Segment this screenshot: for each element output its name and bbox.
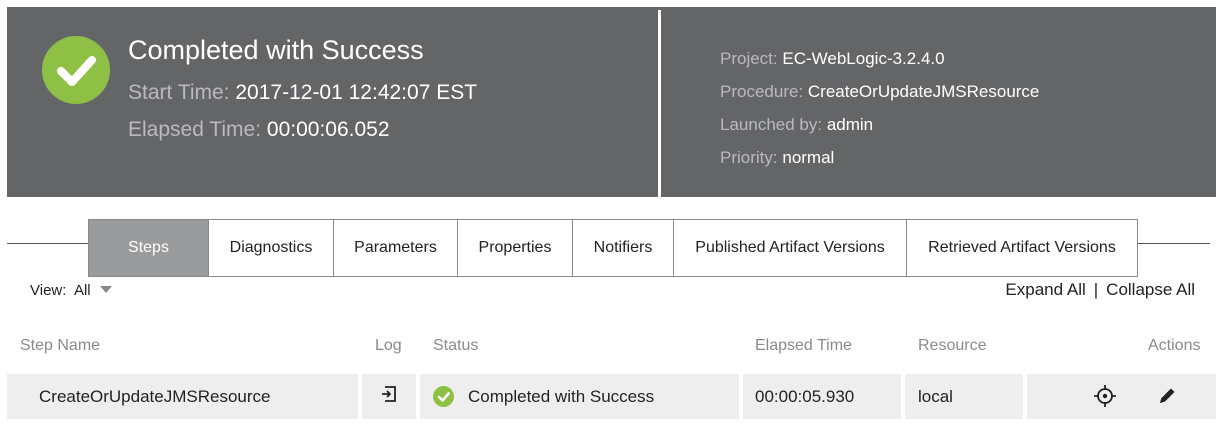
actions-cell (1027, 374, 1216, 419)
start-time-value: 2017-12-01 12:42:07 EST (235, 81, 478, 104)
tab-steps[interactable]: Steps (89, 220, 209, 276)
view-filter-value[interactable]: All (74, 282, 91, 299)
step-name-cell: CreateOrUpdateJMSResource (7, 374, 358, 419)
procedure-link[interactable]: CreateOrUpdateJMSResource (808, 82, 1039, 101)
project-label: Project: (720, 49, 778, 68)
tab-properties[interactable]: Properties (458, 220, 573, 276)
log-cell (362, 374, 416, 419)
procedure-info: Procedure: CreateOrUpdateJMSResource (720, 82, 1039, 102)
job-status-title: Completed with Success (128, 35, 424, 65)
pencil-icon[interactable] (1157, 386, 1177, 411)
start-time: Start Time: 2017-12-01 12:42:07 EST (128, 81, 477, 105)
status-text: Completed with Success (468, 386, 655, 406)
column-header-log: Log (375, 337, 402, 354)
priority-info: Priority: normal (720, 148, 834, 168)
status-cell: Completed with Success (420, 374, 739, 419)
column-header-status: Status (433, 337, 479, 354)
collapse-all-link[interactable]: Collapse All (1106, 280, 1195, 299)
column-header-resource: Resource (918, 337, 987, 354)
step-name-link[interactable]: CreateOrUpdateJMSResource (39, 387, 270, 407)
view-filter[interactable]: View: All (30, 282, 91, 299)
elapsed-time-value: 00:00:06.052 (266, 118, 390, 141)
log-file-icon[interactable] (380, 385, 398, 408)
header-divider (658, 10, 661, 197)
priority-value: normal (782, 148, 835, 167)
chevron-down-icon[interactable] (100, 286, 112, 293)
start-time-label: Start Time: (128, 81, 230, 104)
link-separator: | (1093, 280, 1099, 299)
job-summary-header: Completed with Success Start Time: 2017-… (7, 7, 1216, 197)
crosshair-icon[interactable] (1094, 385, 1116, 412)
view-filter-label: View: (30, 282, 67, 299)
elapsed-time-label: Elapsed Time: (128, 118, 262, 141)
expand-collapse-links: Expand All | Collapse All (1005, 280, 1195, 300)
tab-retrieved-artifact-versions[interactable]: Retrieved Artifact Versions (907, 220, 1137, 276)
project-link[interactable]: EC-WebLogic-3.2.4.0 (782, 49, 944, 68)
table-row: CreateOrUpdateJMSResource Completed with… (7, 374, 1216, 419)
tab-published-artifact-versions[interactable]: Published Artifact Versions (674, 220, 907, 276)
tab-bar: Steps Diagnostics Parameters Properties … (88, 219, 1138, 277)
tab-parameters[interactable]: Parameters (334, 220, 458, 276)
success-check-icon (433, 386, 454, 407)
launched-by-label: Launched by: (720, 115, 823, 134)
column-header-actions: Actions (1148, 337, 1201, 354)
elapsed-time-cell: 00:00:05.930 (743, 374, 901, 419)
resource-cell: local (905, 374, 1023, 419)
column-header-step-name: Step Name (20, 337, 101, 354)
elapsed-time-value: 00:00:05.930 (755, 386, 855, 406)
tab-notifiers[interactable]: Notifiers (573, 220, 674, 276)
success-check-icon (42, 36, 110, 104)
tab-diagnostics[interactable]: Diagnostics (209, 220, 334, 276)
launched-by-value: admin (826, 115, 874, 134)
procedure-label: Procedure: (720, 82, 804, 101)
launched-by-info: Launched by: admin (720, 115, 873, 135)
elapsed-time: Elapsed Time: 00:00:06.052 (128, 118, 390, 142)
expand-all-link[interactable]: Expand All (1005, 280, 1085, 299)
project-info: Project: EC-WebLogic-3.2.4.0 (720, 49, 945, 69)
priority-label: Priority: (720, 148, 778, 167)
column-header-elapsed-time: Elapsed Time (755, 337, 852, 354)
resource-link[interactable]: local (918, 387, 953, 407)
